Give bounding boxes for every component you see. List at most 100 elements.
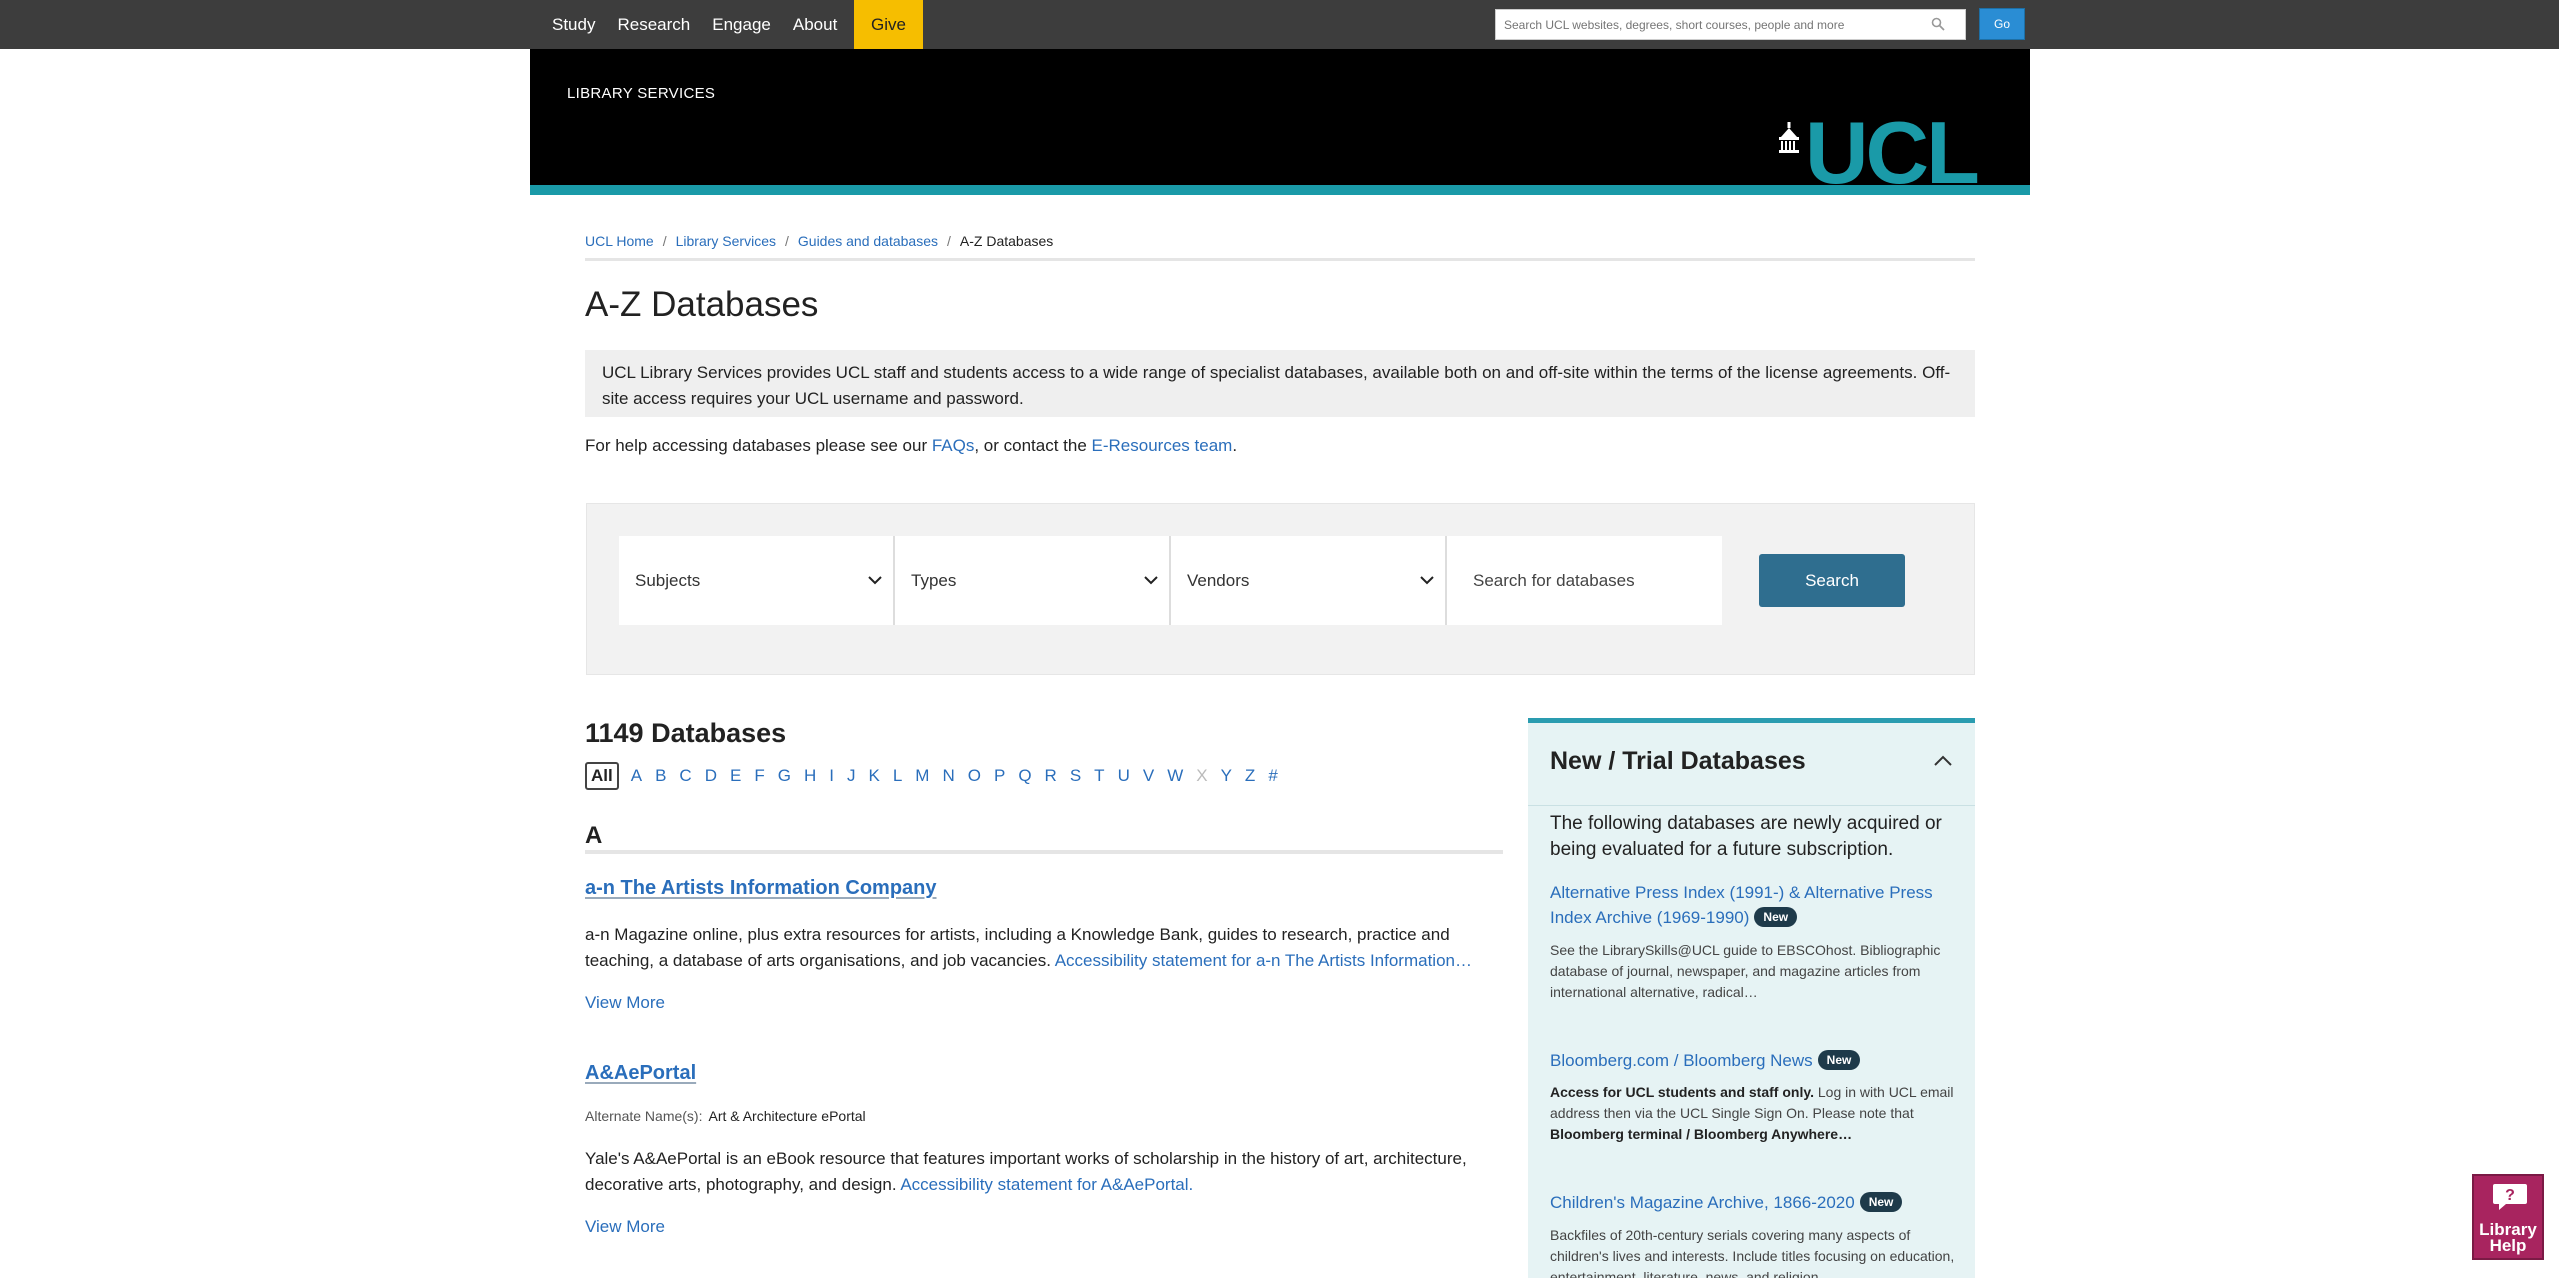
view-more-link[interactable]: View More <box>585 1217 665 1237</box>
trial-database-link[interactable]: Alternative Press Index (1991-) & Altern… <box>1550 883 1933 927</box>
help-middle: , or contact the <box>974 436 1092 455</box>
alphabet-letter[interactable]: M <box>915 766 929 786</box>
alternate-names-value: Art & Architecture ePortal <box>708 1108 866 1124</box>
database-search-input[interactable]: Search for databases <box>1447 536 1722 625</box>
alphabet-letter[interactable]: L <box>893 766 902 786</box>
types-label: Types <box>911 570 957 590</box>
vendors-dropdown[interactable]: Vendors <box>1171 536 1447 625</box>
chevron-down-icon <box>1420 576 1434 585</box>
alphabet-letter[interactable]: R <box>1045 766 1057 786</box>
letter-heading: A <box>585 822 1503 854</box>
breadcrumb-guides-databases[interactable]: Guides and databases <box>798 233 938 249</box>
alphabet-letter[interactable]: K <box>868 766 879 786</box>
trial-database-description: Backfiles of 20th-century serials coveri… <box>1550 1227 1955 1278</box>
breadcrumb-current: A-Z Databases <box>959 233 1054 249</box>
alphabet-letter[interactable]: T <box>1094 766 1104 786</box>
alphabet-letter[interactable]: C <box>679 766 691 786</box>
breadcrumb-separator: / <box>785 233 789 249</box>
alphabet-letter[interactable]: P <box>994 766 1005 786</box>
alphabet-letter[interactable]: Q <box>1018 766 1031 786</box>
faqs-link[interactable]: FAQs <box>932 436 975 455</box>
section-title[interactable]: LIBRARY SERVICES <box>567 85 715 102</box>
chat-bubble-icon: ? <box>2493 1184 2527 1210</box>
alphabet-all[interactable]: All <box>585 762 619 790</box>
panel-heading[interactable]: New / Trial Databases <box>1550 747 1806 776</box>
trial-database-description: Access for UCL students and staff only. … <box>1550 1082 1955 1145</box>
site-search-go-button[interactable]: Go <box>1979 8 2025 40</box>
new-badge: New <box>1859 1192 1903 1212</box>
site-search-box <box>1495 9 1966 40</box>
breadcrumb-library-services[interactable]: Library Services <box>676 233 776 249</box>
alphabet-letter[interactable]: J <box>847 766 856 786</box>
subjects-dropdown[interactable]: Subjects <box>619 536 895 625</box>
alphabet-letter[interactable]: H <box>804 766 816 786</box>
alphabet-letter[interactable]: O <box>968 766 981 786</box>
library-help-line2: Help <box>2489 1236 2527 1255</box>
site-search-input[interactable] <box>1496 10 1916 39</box>
new-badge: New <box>1817 1050 1861 1070</box>
nav-link-engage[interactable]: Engage <box>712 15 771 35</box>
alphabet-letter[interactable]: A <box>631 766 642 786</box>
intro-panel: UCL Library Services provides UCL staff … <box>585 350 1975 417</box>
alphabet-letter[interactable]: G <box>778 766 791 786</box>
database-description: Yale's A&AePortal is an eBook resource t… <box>585 1146 1503 1198</box>
accessibility-statement-link[interactable]: Accessibility statement for a-n The Arti… <box>1055 951 1472 970</box>
help-prefix: For help accessing databases please see … <box>585 436 932 455</box>
alphabet-letter-disabled: X <box>1196 766 1208 785</box>
trial-database-item: Children's Magazine Archive, 1866-2020 Ne… <box>1550 1190 1950 1215</box>
library-services-banner: LIBRARY SERVICES UCL <box>530 49 2030 195</box>
breadcrumb-ucl-home[interactable]: UCL Home <box>585 233 654 249</box>
types-dropdown[interactable]: Types <box>895 536 1171 625</box>
alphabet-letter[interactable]: U <box>1118 766 1130 786</box>
alphabet-letter[interactable]: W <box>1167 766 1183 786</box>
trial-database-item: Bloomberg.com / Bloomberg News New <box>1550 1048 1950 1073</box>
trial-database-link[interactable]: Bloomberg.com / Bloomberg News <box>1550 1051 1813 1070</box>
breadcrumb: UCL Home / Library Services / Guides and dat… <box>585 233 1975 261</box>
alphabet-letter[interactable]: V <box>1143 766 1154 786</box>
help-suffix: . <box>1232 436 1238 455</box>
alphabet-letter[interactable]: Y <box>1221 766 1232 786</box>
breadcrumb-separator: / <box>947 233 951 249</box>
alphabet-letter[interactable]: I <box>829 766 834 786</box>
panel-lead-text: The following databases are newly acquir… <box>1550 813 1942 860</box>
new-trial-databases-panel: New / Trial Databases The following data… <box>1528 718 1975 1278</box>
breadcrumb-separator: / <box>662 233 667 249</box>
alphabet-letter[interactable]: Z <box>1245 766 1255 786</box>
alphabet-letter[interactable]: D <box>705 766 717 786</box>
alphabet-letter[interactable]: E <box>730 766 741 786</box>
give-button[interactable]: Give <box>854 0 923 49</box>
description-bold-text: Bloomberg terminal / Bloomberg Anywhere… <box>1550 1126 1853 1142</box>
alphabet-letter[interactable]: F <box>754 766 764 786</box>
nav-link-study[interactable]: Study <box>552 15 595 35</box>
alphabet-filter: All A B C D E F G H I J K L M N O P Q R S T U V W X Y Z # <box>585 762 1291 790</box>
library-help-widget[interactable]: ? Library Help <box>2472 1174 2544 1260</box>
ucl-logo[interactable]: UCL <box>1777 117 1997 185</box>
subjects-label: Subjects <box>635 570 701 590</box>
new-badge: New <box>1754 907 1798 927</box>
nav-link-research[interactable]: Research <box>617 15 690 35</box>
nav-link-about[interactable]: About <box>793 15 837 35</box>
alphabet-letter[interactable]: B <box>655 766 666 786</box>
alphabet-letter[interactable]: N <box>942 766 954 786</box>
chevron-down-icon <box>868 576 882 585</box>
database-title-link[interactable]: a-n The Artists Information Company <box>585 877 937 900</box>
svg-text:UCL: UCL <box>1805 117 1978 185</box>
database-search-button[interactable]: Search <box>1759 554 1905 607</box>
eresources-team-link[interactable]: E-Resources team <box>1092 436 1233 455</box>
top-navigation-bar: Study Research Engage About Give Go <box>0 0 2559 49</box>
database-count: 1149 Databases <box>585 718 787 748</box>
vendors-label: Vendors <box>1187 570 1250 590</box>
accessibility-statement-link[interactable]: Accessibility statement for A&AePortal. <box>900 1175 1193 1194</box>
chevron-up-icon[interactable] <box>1933 754 1953 768</box>
page-title: A-Z Databases <box>585 285 819 324</box>
alphabet-letter[interactable]: # <box>1268 766 1277 786</box>
view-more-link[interactable]: View More <box>585 993 665 1013</box>
database-description: a-n Magazine online, plus extra resource… <box>585 922 1503 974</box>
filter-box: Subjects Types Vendors Search for databa… <box>619 536 1722 625</box>
alphabet-letter[interactable]: S <box>1070 766 1081 786</box>
database-title-link[interactable]: A&AePortal <box>585 1062 696 1085</box>
trial-database-link[interactable]: Children's Magazine Archive, 1866-2020 <box>1550 1193 1855 1212</box>
search-icon[interactable] <box>1931 17 1945 31</box>
library-help-label: Library Help <box>2474 1221 2542 1255</box>
top-nav-links: Study Research Engage About <box>552 0 859 49</box>
